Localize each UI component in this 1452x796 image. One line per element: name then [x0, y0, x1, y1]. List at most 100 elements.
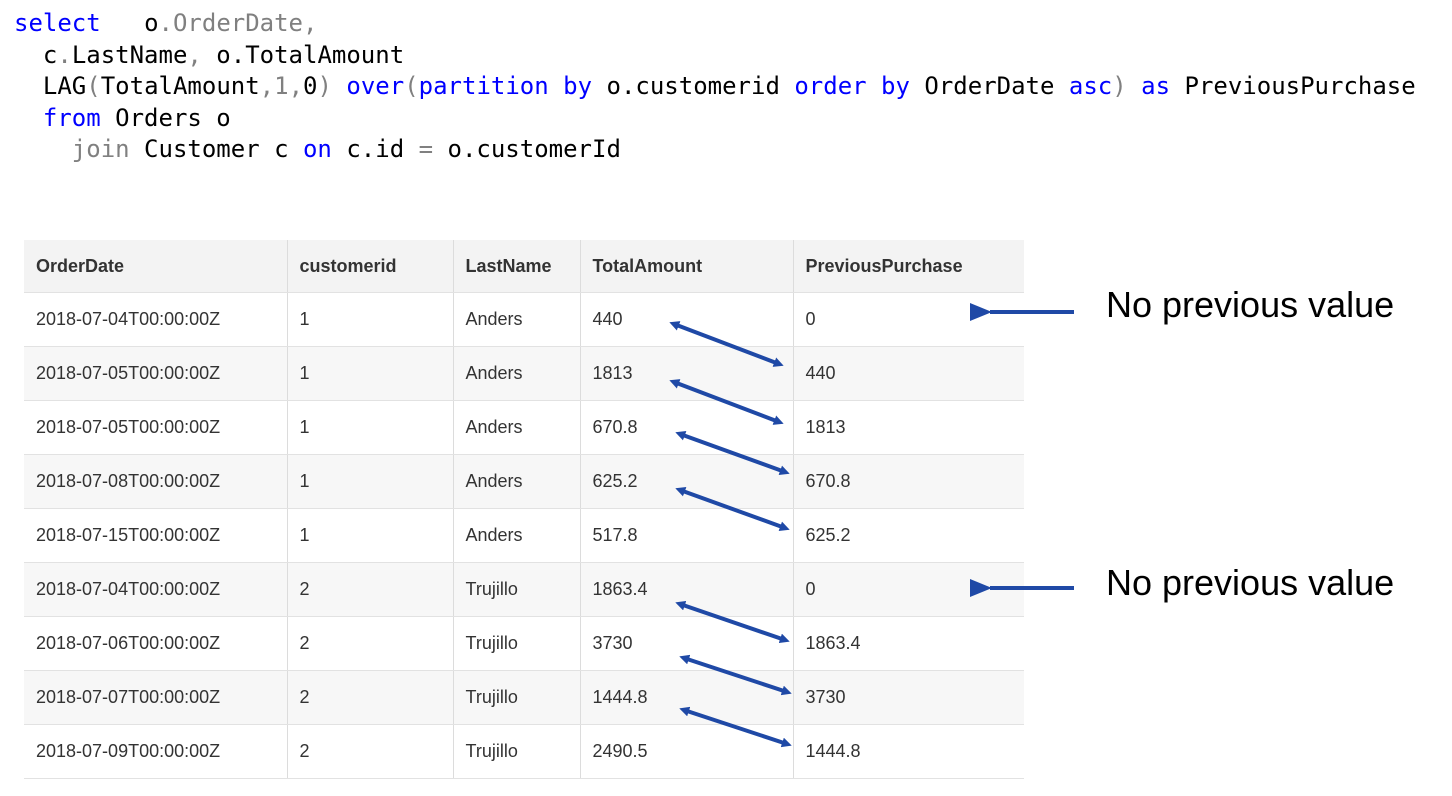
- table-row: 2018-07-04T00:00:00Z 2 Trujillo 1863.4 0: [24, 562, 1024, 617]
- table-row: 2018-07-08T00:00:00Z 1 Anders 625.2 670.8: [24, 454, 1024, 509]
- keyword-join: join: [71, 135, 130, 163]
- cell-totalamount: 1863.4: [580, 562, 794, 617]
- table-row: 2018-07-04T00:00:00Z 1 Anders 440 0: [24, 292, 1024, 347]
- cell-orderdate: 2018-07-15T00:00:00Z: [24, 508, 288, 563]
- cell-previouspurchase: 3730: [793, 670, 1024, 725]
- paren: (: [404, 72, 419, 100]
- cell-previouspurchase: 0: [793, 292, 1024, 347]
- dot: .: [57, 40, 72, 69]
- join-condition-right: o.customerId: [433, 135, 621, 163]
- table-row: 2018-07-06T00:00:00Z 2 Trujillo 3730 1863.4: [24, 616, 1024, 671]
- cell-customerid: 2: [287, 616, 454, 671]
- sql-line-1: select o.OrderDate,: [14, 8, 1416, 40]
- keyword-on: on: [302, 135, 332, 163]
- cell-customerid: 1: [287, 508, 454, 563]
- cell-customerid: 1: [287, 292, 454, 347]
- column-lastname: LastName: [71, 40, 188, 69]
- column-header-orderdate[interactable]: OrderDate: [24, 240, 288, 293]
- cell-customerid: 1: [287, 400, 454, 455]
- keyword-from: from: [42, 103, 101, 132]
- comma: ,: [187, 40, 202, 69]
- keyword-by: by: [866, 72, 910, 100]
- cell-lastname: Trujillo: [453, 616, 581, 671]
- cell-orderdate: 2018-07-04T00:00:00Z: [24, 292, 288, 347]
- paren: (: [86, 72, 101, 100]
- cell-previouspurchase: 1444.8: [793, 724, 1024, 779]
- sql-line-3: LAG(TotalAmount,1,0) over(partition by o…: [14, 71, 1416, 103]
- cell-orderdate: 2018-07-05T00:00:00Z: [24, 400, 288, 455]
- paren: ): [1112, 72, 1127, 100]
- column-header-lastname[interactable]: LastName: [453, 240, 581, 293]
- cell-totalamount: 3730: [580, 616, 794, 671]
- table-row: 2018-07-09T00:00:00Z 2 Trujillo 2490.5 1444.…: [24, 724, 1024, 779]
- cell-totalamount: 670.8: [580, 400, 794, 455]
- cell-totalamount: 625.2: [580, 454, 794, 509]
- cell-customerid: 2: [287, 670, 454, 725]
- sql-line-2: c.LastName, o.TotalAmount: [14, 40, 1416, 72]
- equals-operator: =: [418, 135, 434, 163]
- table-row: 2018-07-15T00:00:00Z 1 Anders 517.8 625.2: [24, 508, 1024, 563]
- cell-orderdate: 2018-07-09T00:00:00Z: [24, 724, 288, 779]
- table-row: 2018-07-05T00:00:00Z 1 Anders 670.8 1813: [24, 400, 1024, 455]
- cell-orderdate: 2018-07-08T00:00:00Z: [24, 454, 288, 509]
- cell-customerid: 1: [287, 346, 454, 401]
- cell-previouspurchase: 625.2: [793, 508, 1024, 563]
- from-table: Orders o: [100, 103, 231, 132]
- cell-lastname: Trujillo: [453, 670, 581, 725]
- cell-customerid: 1: [287, 454, 454, 509]
- lag-default: 0: [303, 72, 318, 100]
- result-alias: PreviousPurchase: [1170, 72, 1416, 100]
- cell-previouspurchase: 670.8: [793, 454, 1024, 509]
- cell-lastname: Trujillo: [453, 562, 581, 617]
- keyword-over: over: [331, 72, 405, 100]
- cell-lastname: Anders: [453, 508, 581, 563]
- column-header-previouspurchase[interactable]: PreviousPurchase: [793, 240, 1024, 293]
- cell-orderdate: 2018-07-05T00:00:00Z: [24, 346, 288, 401]
- cell-totalamount: 2490.5: [580, 724, 794, 779]
- column-header-customerid[interactable]: customerid: [287, 240, 454, 293]
- cell-previouspurchase: 440: [793, 346, 1024, 401]
- paren: ): [317, 72, 332, 100]
- annotation-no-previous-value-2: No previous value: [1106, 562, 1395, 603]
- sql-line-4: from Orders o: [14, 103, 1416, 135]
- cell-totalamount: 440: [580, 292, 794, 347]
- sql-line-5: join Customer c on c.id = o.customerId: [14, 134, 1416, 166]
- cell-customerid: 2: [287, 562, 454, 617]
- keyword-as: as: [1126, 72, 1171, 100]
- cell-orderdate: 2018-07-04T00:00:00Z: [24, 562, 288, 617]
- table-row: 2018-07-05T00:00:00Z 1 Anders 1813 440: [24, 346, 1024, 401]
- keyword-asc: asc: [1054, 72, 1113, 100]
- order-column: OrderDate: [909, 72, 1055, 100]
- cell-previouspurchase: 0: [793, 562, 1024, 617]
- partition-column: o.customerid: [592, 72, 780, 100]
- keyword-by: by: [548, 72, 593, 100]
- cell-lastname: Anders: [453, 346, 581, 401]
- cell-previouspurchase: 1863.4: [793, 616, 1024, 671]
- column-header-totalamount[interactable]: TotalAmount: [580, 240, 794, 293]
- table-row: 2018-07-07T00:00:00Z 2 Trujillo 1444.8 3730: [24, 670, 1024, 725]
- cell-lastname: Anders: [453, 454, 581, 509]
- column-orderdate: .OrderDate,: [158, 9, 318, 37]
- sql-query-editor: select o.OrderDate, c.LastName, o.TotalA…: [14, 8, 1416, 166]
- cell-lastname: Anders: [453, 292, 581, 347]
- cell-orderdate: 2018-07-06T00:00:00Z: [24, 616, 288, 671]
- alias-c: c: [42, 40, 58, 69]
- join-table: Customer c: [129, 135, 303, 163]
- annotation-no-previous-value-1: No previous value: [1106, 284, 1395, 325]
- cell-lastname: Trujillo: [453, 724, 581, 779]
- lag-offset: ,1,: [259, 72, 304, 100]
- join-condition-left: c.id: [331, 135, 419, 163]
- spacing: [101, 9, 144, 37]
- column-totalamount: o.TotalAmount: [201, 40, 405, 69]
- keyword-order: order: [779, 72, 867, 100]
- cell-customerid: 2: [287, 724, 454, 779]
- results-grid: OrderDate customerid LastName TotalAmoun…: [24, 240, 1024, 779]
- keyword-select: select: [14, 9, 101, 37]
- cell-lastname: Anders: [453, 400, 581, 455]
- function-lag: LAG: [42, 72, 87, 100]
- cell-totalamount: 517.8: [580, 508, 794, 563]
- cell-orderdate: 2018-07-07T00:00:00Z: [24, 670, 288, 725]
